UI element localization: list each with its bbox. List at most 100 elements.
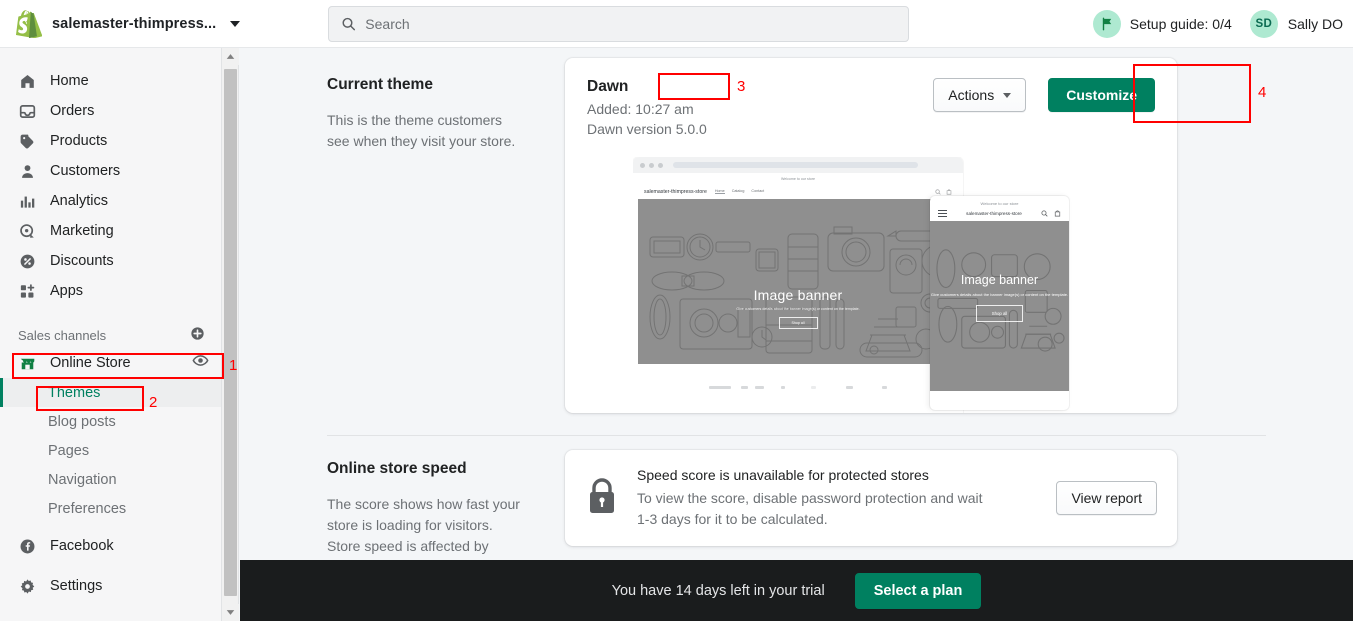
shopify-admin-page: salemaster-thimpress... Set	[0, 0, 1353, 621]
scrollbar-thumb[interactable]	[224, 69, 237, 596]
preview-banner-text: Image banner Give customers details abou…	[638, 287, 958, 329]
sidebar-item-online-store[interactable]: Online Store	[0, 348, 221, 378]
preview-store-logo: salemaster-thimpress-store	[644, 189, 707, 195]
store-speed-section: Online store speed The score shows how f…	[240, 436, 1353, 557]
sidebar-item-customers[interactable]: Customers	[0, 156, 221, 186]
sales-channels-label: Sales channels	[18, 328, 106, 343]
sidebar: Home Orders Products Customers Analytics	[0, 48, 222, 621]
top-bar: salemaster-thimpress... Set	[0, 0, 1353, 48]
browser-chrome	[633, 157, 963, 173]
products-icon	[18, 132, 37, 151]
select-a-plan-button[interactable]: Select a plan	[855, 573, 982, 609]
user-menu[interactable]: SD Sally DO	[1250, 10, 1343, 38]
facebook-icon	[18, 537, 37, 556]
sidebar-item-discounts[interactable]: Discounts	[0, 246, 221, 276]
actions-button[interactable]: Actions	[933, 78, 1026, 112]
placeholder-line	[741, 386, 748, 389]
setup-guide-button[interactable]: Setup guide: 0/4	[1093, 10, 1232, 38]
view-report-button[interactable]: View report	[1056, 481, 1157, 515]
sidebar-item-products[interactable]: Products	[0, 126, 221, 156]
store-name-label: salemaster-thimpress...	[52, 16, 216, 32]
sidebar-subitem-label: Pages	[48, 443, 89, 459]
placeholder-line	[755, 386, 764, 389]
trial-banner: You have 14 days left in your trial Sele…	[240, 560, 1353, 621]
shopify-logo-icon	[16, 10, 42, 38]
mobile-banner-title: Image banner	[930, 273, 1069, 287]
preview-header-icons	[935, 189, 952, 195]
orders-icon	[18, 102, 37, 121]
sidebar-item-orders[interactable]: Orders	[0, 96, 221, 126]
theme-card: Dawn Added: 10:27 am Dawn version 5.0.0 …	[565, 58, 1177, 413]
search-container	[328, 6, 909, 42]
theme-version: Dawn version 5.0.0	[587, 119, 1155, 139]
current-theme-description: Current theme This is the theme customer…	[240, 48, 565, 413]
sidebar-item-label: Products	[50, 133, 107, 149]
eye-icon[interactable]	[192, 352, 209, 374]
user-name-label: Sally DO	[1288, 16, 1343, 32]
sidebar-item-facebook[interactable]: Facebook	[0, 531, 221, 561]
sidebar-item-themes[interactable]: Themes	[0, 378, 221, 407]
sidebar-item-label: Settings	[50, 578, 102, 594]
sidebar-item-label: Customers	[50, 163, 120, 179]
section-title: Online store speed	[327, 460, 525, 478]
mobile-announcement: Welcome to our store	[930, 196, 1069, 210]
sidebar-item-navigation[interactable]: Navigation	[0, 465, 221, 494]
scroll-up-arrow-icon[interactable]	[222, 48, 239, 65]
mobile-banner-button: Shop all	[976, 305, 1024, 322]
customize-label: Customize	[1066, 87, 1137, 103]
sidebar-subitem-label: Preferences	[48, 501, 126, 517]
search-input[interactable]	[365, 16, 896, 32]
search-box[interactable]	[328, 6, 909, 42]
speed-subtitle: To view the score, disable password prot…	[637, 488, 987, 530]
sidebar-subitem-label: Themes	[48, 385, 100, 401]
desktop-site: Welcome to our store salemaster-thimpres…	[633, 173, 963, 394]
sidebar-item-preferences[interactable]: Preferences	[0, 494, 221, 523]
sidebar-item-apps[interactable]: Apps	[0, 276, 221, 306]
sidebar-item-label: Orders	[50, 103, 94, 119]
preview-nav: Home Catalog Contact	[715, 189, 764, 194]
preview-below-banner	[638, 364, 958, 394]
mobile-banner-text: Image banner Give customers details abou…	[930, 273, 1069, 322]
customize-button[interactable]: Customize	[1048, 78, 1155, 112]
sidebar-item-label: Home	[50, 73, 89, 89]
placeholder-line	[781, 386, 785, 389]
scroll-down-arrow-icon[interactable]	[222, 604, 239, 621]
sidebar-item-pages[interactable]: Pages	[0, 436, 221, 465]
marketing-icon	[18, 222, 37, 241]
top-bar-right: Setup guide: 0/4 SD Sally DO	[1093, 10, 1353, 38]
customers-icon	[18, 162, 37, 181]
chevron-down-icon	[230, 21, 240, 27]
avatar: SD	[1250, 10, 1278, 38]
sidebar-item-label: Marketing	[50, 223, 114, 239]
placeholder-line	[882, 386, 887, 389]
preview-banner-subtitle: Give customers details about the banner …	[638, 307, 958, 311]
sidebar-item-settings[interactable]: Settings	[0, 571, 221, 601]
lock-icon	[585, 476, 619, 521]
sidebar-item-home[interactable]: Home	[0, 66, 221, 96]
main-content: Current theme This is the theme customer…	[240, 48, 1353, 621]
section-title: Current theme	[327, 76, 525, 94]
browser-dot-icon	[640, 163, 645, 168]
browser-dot-icon	[649, 163, 654, 168]
plus-circle-icon[interactable]	[190, 326, 205, 344]
sidebar-item-analytics[interactable]: Analytics	[0, 186, 221, 216]
actions-label: Actions	[948, 87, 994, 103]
analytics-icon	[18, 192, 37, 211]
browser-dot-icon	[658, 163, 663, 168]
preview-banner: Image banner Give customers details abou…	[638, 199, 958, 364]
sidebar-item-marketing[interactable]: Marketing	[0, 216, 221, 246]
theme-preview[interactable]: Welcome to our store salemaster-thimpres…	[633, 157, 1173, 413]
preview-nav-item: Catalog	[732, 189, 745, 194]
section-description: The score shows how fast your store is l…	[327, 494, 525, 557]
store-switcher[interactable]: salemaster-thimpress...	[0, 10, 310, 38]
speed-title: Speed score is unavailable for protected…	[637, 467, 1038, 483]
placeholder-line	[811, 386, 816, 389]
sidebar-item-label: Online Store	[50, 355, 131, 371]
sidebar-item-blog-posts[interactable]: Blog posts	[0, 407, 221, 436]
sidebar-scrollbar[interactable]	[222, 48, 239, 621]
browser-url-bar	[673, 162, 918, 168]
sidebar-subitem-label: Navigation	[48, 472, 117, 488]
banner-illustration-icon	[638, 199, 958, 364]
sidebar-item-label: Facebook	[50, 538, 114, 554]
desktop-preview: Welcome to our store salemaster-thimpres…	[633, 157, 963, 413]
